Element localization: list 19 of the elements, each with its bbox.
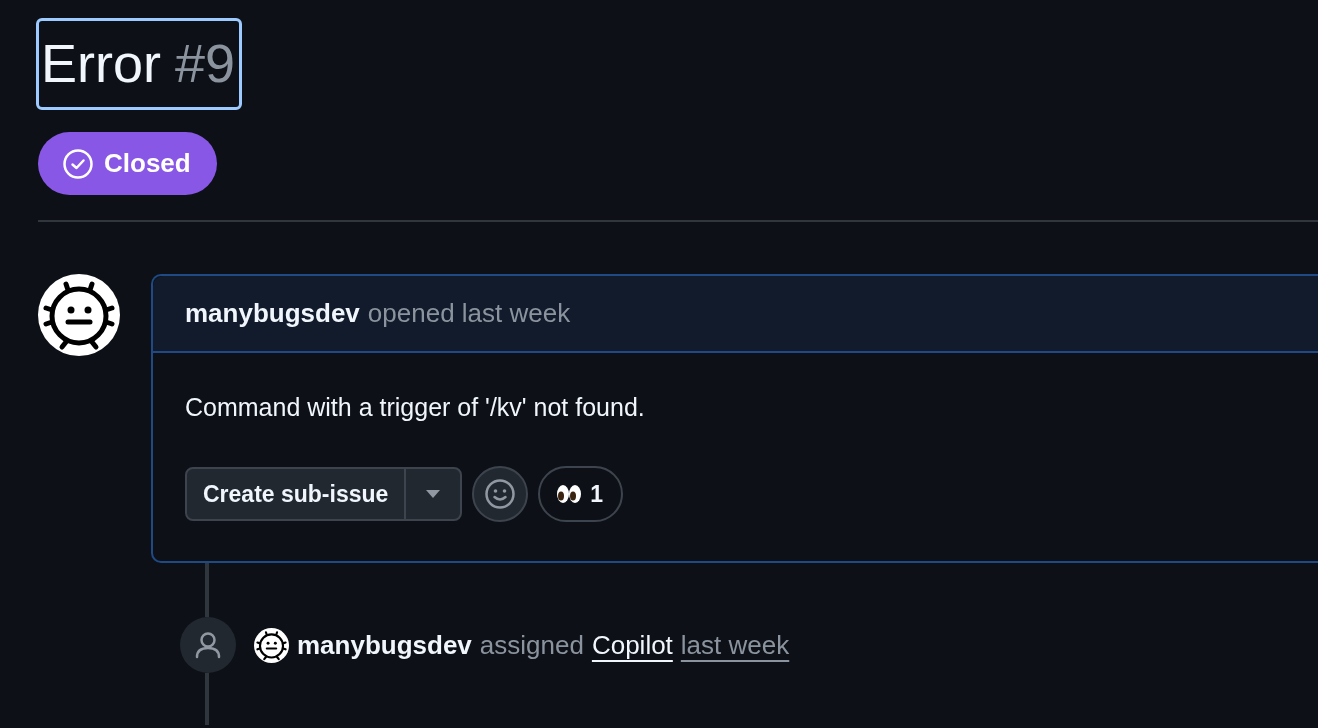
event-author[interactable]: manybugsdev	[297, 629, 472, 661]
event-action: assigned	[479, 629, 584, 661]
small-avatar	[254, 627, 289, 663]
person-icon	[195, 631, 221, 659]
check-circle-icon	[62, 147, 94, 180]
add-reaction-button[interactable]	[472, 466, 529, 522]
caret-icon	[426, 490, 441, 498]
comment-body: Command with a trigger of '/kv' not found.	[185, 393, 646, 422]
author-name[interactable]: manybugsdev	[185, 298, 360, 329]
title-field[interactable]: Error #9	[36, 18, 243, 110]
smiley-icon	[484, 478, 517, 510]
status-badge: Closed	[38, 132, 217, 195]
split-button[interactable]: Create sub-issue	[185, 467, 463, 521]
eyes-icon	[556, 484, 583, 504]
comment-meta: opened last week	[367, 298, 571, 329]
create-sub-issue-button[interactable]: Create sub-issue	[187, 469, 407, 519]
reaction-button[interactable]: 1	[538, 466, 624, 522]
time-link[interactable]: last week	[680, 629, 790, 661]
assignee-link[interactable]: Copilot	[591, 629, 673, 661]
